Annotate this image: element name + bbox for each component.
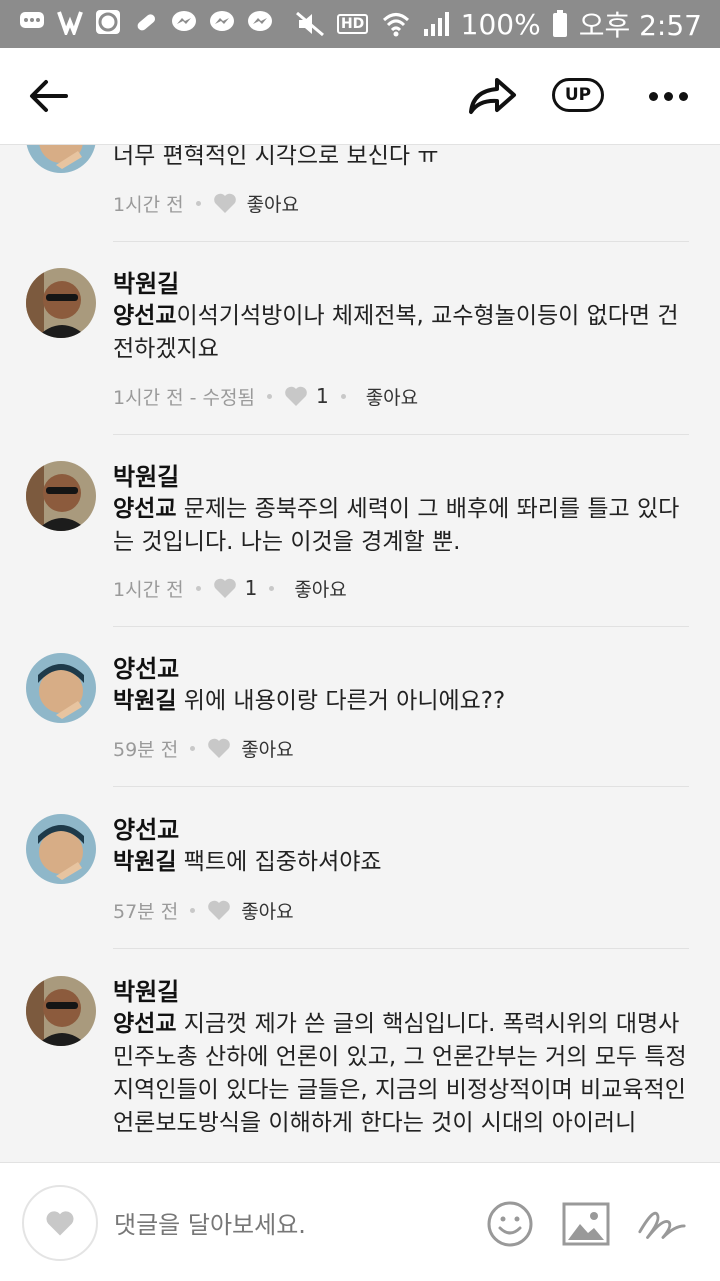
comment-text: 너무 편혁적인 시각으로 보신다 ㅠ [113, 145, 439, 169]
hd-icon: HD [335, 9, 371, 39]
smiley-icon [487, 1201, 533, 1247]
app-bar: UP [0, 48, 720, 145]
chat-bubble-icon [18, 8, 46, 36]
clock: 오후 2:57 [578, 9, 702, 42]
divider [113, 434, 689, 435]
signal-icon [421, 9, 451, 39]
divider [113, 786, 689, 787]
comment-list[interactable]: 너무 편혁적인 시각으로 보신다 ㅠ 1시간 전 좋아요 박원길 양선교이석기석… [0, 145, 720, 1162]
up-label: UP [564, 85, 592, 105]
messenger-icon [246, 8, 274, 36]
status-bar: HD 100% 오후 2:57 [0, 0, 720, 48]
share-button[interactable] [466, 72, 518, 120]
commenter-name[interactable]: 양선교 [113, 649, 179, 684]
image-button[interactable] [560, 1199, 612, 1249]
back-arrow-icon [30, 80, 68, 112]
like-button[interactable]: 좋아요 [241, 897, 293, 924]
avatar[interactable] [26, 268, 96, 338]
avatar[interactable] [26, 461, 96, 531]
more-dot [663, 91, 673, 101]
drawing-button[interactable] [636, 1199, 688, 1249]
heart-icon[interactable] [207, 736, 233, 760]
heart-icon [46, 1211, 74, 1236]
messenger-icon [208, 8, 236, 36]
share-arrow-icon [469, 78, 516, 114]
heart-icon[interactable] [284, 384, 310, 408]
messenger-icon [170, 8, 198, 36]
comment-meta: 1시간 전 1 좋아요 [113, 573, 347, 603]
s-box-icon [94, 8, 122, 36]
like-count: 1 [244, 576, 258, 600]
heart-icon[interactable] [213, 191, 239, 215]
comment-input[interactable] [114, 1205, 464, 1245]
commenter-name[interactable]: 박원길 [113, 457, 179, 492]
separator-dot [340, 393, 346, 399]
separator-dot [266, 393, 272, 399]
like-button[interactable]: 좋아요 [366, 383, 418, 410]
avatar[interactable] [26, 653, 96, 723]
comment-time: 59분 전 [113, 738, 179, 761]
notification-icons [18, 8, 274, 36]
separator-dot [190, 745, 196, 751]
mention[interactable]: 양선교 [113, 303, 176, 329]
comment-text: 양선교 지금껏 제가 쓴 글의 핵심입니다. 폭력시위의 대명사 민주노총 산하… [113, 1011, 687, 1136]
comment-time: 1시간 전 [113, 193, 184, 216]
comment-meta: 59분 전 좋아요 [113, 733, 294, 763]
avatar[interactable] [26, 145, 96, 173]
wifi-icon [381, 9, 411, 39]
hd-label: HD [336, 14, 369, 34]
divider [113, 241, 689, 242]
separator-dot [190, 907, 196, 913]
mute-icon [295, 9, 325, 39]
back-button[interactable] [24, 72, 72, 120]
separator-dot [195, 585, 201, 591]
like-count: 1 [315, 384, 329, 408]
v-logo-icon [56, 8, 84, 36]
comment-text: 양선교 문제는 종북주의 세력이 그 배후에 똬리를 틀고 있다는 것입니다. … [113, 496, 680, 555]
heart-icon[interactable] [207, 898, 233, 922]
up-button[interactable]: UP [552, 78, 604, 112]
like-button[interactable]: 좋아요 [247, 190, 299, 217]
comment-text: 양선교이석기석방이나 체제전복, 교수형놀이등이 없다면 건전하겠지요 [113, 303, 679, 362]
avatar[interactable] [26, 814, 96, 884]
commenter-name[interactable]: 박원길 [113, 972, 179, 1007]
comment-time: 1시간 전 - 수정됨 [113, 386, 255, 409]
image-icon [562, 1202, 610, 1246]
system-indicators: HD 100% 오후 2:57 [295, 0, 702, 48]
comment-text: 박원길 팩트에 집중하셔야죠 [113, 849, 382, 875]
comment-meta: 1시간 전 - 수정됨 1 좋아요 [113, 381, 418, 411]
like-post-button[interactable] [22, 1185, 98, 1261]
comment-meta: 57분 전 좋아요 [113, 895, 294, 925]
comment-time: 1시간 전 [113, 578, 184, 601]
pen-scribble-icon [638, 1211, 686, 1239]
separator-dot [269, 585, 275, 591]
like-button[interactable]: 좋아요 [294, 575, 346, 602]
avatar[interactable] [26, 976, 96, 1046]
commenter-name[interactable]: 박원길 [113, 264, 179, 299]
heart-icon[interactable] [213, 576, 239, 600]
more-dot [648, 91, 658, 101]
separator-dot [195, 200, 201, 206]
mention[interactable]: 박원길 [113, 688, 176, 714]
like-button[interactable]: 좋아요 [241, 735, 293, 762]
pill-icon [132, 8, 160, 36]
divider [113, 948, 689, 949]
divider [113, 626, 689, 627]
battery-percent: 100% [460, 7, 541, 41]
more-options-button[interactable] [640, 74, 696, 118]
comment-time: 57분 전 [113, 900, 179, 923]
comment-text: 박원길 위에 내용이랑 다른거 아니에요?? [113, 688, 506, 714]
more-dot [678, 91, 688, 101]
comment-meta: 1시간 전 좋아요 [113, 188, 299, 218]
mention[interactable]: 박원길 [113, 849, 176, 875]
commenter-name[interactable]: 양선교 [113, 810, 179, 845]
mention[interactable]: 양선교 [113, 496, 176, 522]
mention[interactable]: 양선교 [113, 1011, 176, 1037]
battery-icon [551, 9, 569, 39]
emoji-button[interactable] [484, 1199, 536, 1249]
comment-input-bar [0, 1162, 720, 1281]
